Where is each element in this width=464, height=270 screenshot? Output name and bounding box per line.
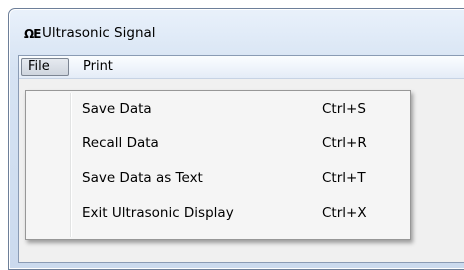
menu-item-label: Exit Ultrasonic Display — [82, 205, 234, 221]
file-dropdown-menu: Save Data Ctrl+S Recall Data Ctrl+R Save… — [25, 90, 411, 240]
menu-item-exit-ultrasonic-display[interactable]: Exit Ultrasonic Display Ctrl+X — [28, 200, 408, 226]
menu-item-shortcut: Ctrl+S — [322, 101, 366, 117]
menu-item-shortcut: Ctrl+T — [322, 170, 366, 186]
menu-item-save-data[interactable]: Save Data Ctrl+S — [28, 96, 408, 122]
omega-logo-icon: ΩE — [24, 27, 41, 41]
menu-item-label: Save Data as Text — [82, 170, 203, 186]
menu-item-label: Save Data — [82, 101, 152, 117]
menu-item-label: Recall Data — [82, 135, 159, 151]
menu-file[interactable]: File — [21, 58, 69, 76]
title-bar[interactable]: ΩE Ultrasonic Signal — [9, 9, 464, 55]
window-title: Ultrasonic Signal — [42, 25, 156, 41]
menu-print[interactable]: Print — [77, 58, 119, 76]
menu-item-shortcut: Ctrl+X — [322, 205, 367, 221]
menu-item-save-data-as-text[interactable]: Save Data as Text Ctrl+T — [28, 165, 408, 191]
menu-item-shortcut: Ctrl+R — [322, 135, 367, 151]
menu-item-recall-data[interactable]: Recall Data Ctrl+R — [28, 130, 408, 156]
menu-bar: File Print — [19, 56, 464, 79]
